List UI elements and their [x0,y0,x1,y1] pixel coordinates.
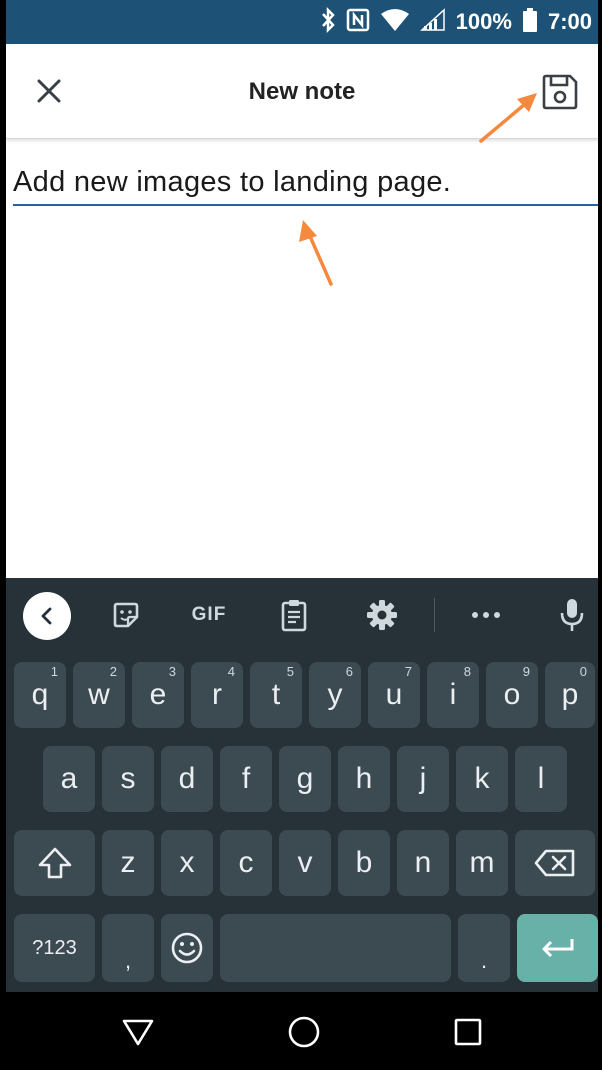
square-recents-icon [454,1018,482,1046]
nav-back-button[interactable] [118,1012,158,1052]
toolbar-divider [434,598,435,632]
key-y[interactable]: y6 [309,662,361,728]
wifi-icon [380,8,410,37]
shift-key[interactable] [14,830,95,896]
keyboard-toolbar: GIF [6,578,598,652]
key-e[interactable]: e3 [132,662,184,728]
key-v[interactable]: v [279,830,331,896]
nfc-icon [346,8,370,37]
key-i[interactable]: i8 [427,662,479,728]
navigation-bar [0,992,602,1070]
note-title-input[interactable] [13,160,599,206]
keyboard: GIF q 1 w 2 e 3 r 4 t 5 y 6 u 7 i 8 o 9 … [6,578,598,992]
save-icon [542,74,578,110]
bluetooth-icon [320,6,336,38]
gif-button[interactable]: GIF [182,596,236,634]
save-button[interactable] [540,72,580,112]
clipboard-icon [281,600,307,632]
shift-icon [38,847,71,879]
key-r[interactable]: r4 [191,662,243,728]
key-t[interactable]: t5 [250,662,302,728]
key-l[interactable]: l [515,746,567,812]
key-b[interactable]: b [338,830,390,896]
triangle-back-icon [122,1019,154,1046]
key-f[interactable]: f [220,746,272,812]
key-k[interactable]: k [456,746,508,812]
mic-button[interactable] [552,596,592,634]
circle-home-icon [288,1016,320,1048]
sticker-button[interactable] [106,596,146,634]
key-z[interactable]: z [102,830,154,896]
emoji-key[interactable] [161,914,213,982]
battery-percent: 100% [455,9,512,34]
key-p[interactable]: p0 [545,662,595,728]
nav-recents-button[interactable] [448,1012,488,1052]
app-bar: New note [6,44,598,139]
chevron-left-icon [41,607,52,625]
key-u[interactable]: u7 [368,662,420,728]
key-o[interactable]: o9 [486,662,538,728]
key-w[interactable]: w2 [73,662,125,728]
period-key[interactable]: . [458,914,510,982]
annotation-arrow-input [299,220,333,286]
comma-key[interactable]: , [102,914,154,982]
key-s[interactable]: s [102,746,154,812]
nav-home-button[interactable] [284,1012,324,1052]
enter-icon [542,939,573,958]
status-bar: 100% 7:00 [0,0,602,44]
key-d[interactable]: d [161,746,213,812]
key-x[interactable]: x [161,830,213,896]
clipboard-button[interactable] [274,596,314,634]
more-icon [472,612,500,618]
screen-border-right [598,0,602,1070]
key-n[interactable]: n [397,830,449,896]
key-h[interactable]: h [338,746,390,812]
backspace-key[interactable] [515,830,595,896]
clock: 7:00 [547,9,592,34]
signal-icon [419,7,446,37]
backspace-icon [534,849,575,877]
space-key[interactable] [220,914,451,982]
key-c[interactable]: c [220,830,272,896]
gear-icon [367,600,397,630]
key-m[interactable]: m [456,830,508,896]
mic-icon [560,599,584,631]
key-q[interactable]: q1 [14,662,66,728]
key-a[interactable]: a [43,746,95,812]
page-title: New note [248,78,356,105]
more-button[interactable] [466,596,506,634]
key-j[interactable]: j [397,746,449,812]
settings-button[interactable] [362,596,402,634]
key-g[interactable]: g [279,746,331,812]
toolbar-back-button[interactable] [23,592,71,640]
screen: 100% 7:00 New note Add new images to lan… [0,0,602,1070]
screen-border-left [0,0,6,1070]
battery-icon [522,7,538,38]
sticker-icon [113,602,139,628]
enter-key[interactable] [517,914,598,982]
symbols-key[interactable]: ?123 [14,914,95,982]
emoji-icon [171,932,203,964]
